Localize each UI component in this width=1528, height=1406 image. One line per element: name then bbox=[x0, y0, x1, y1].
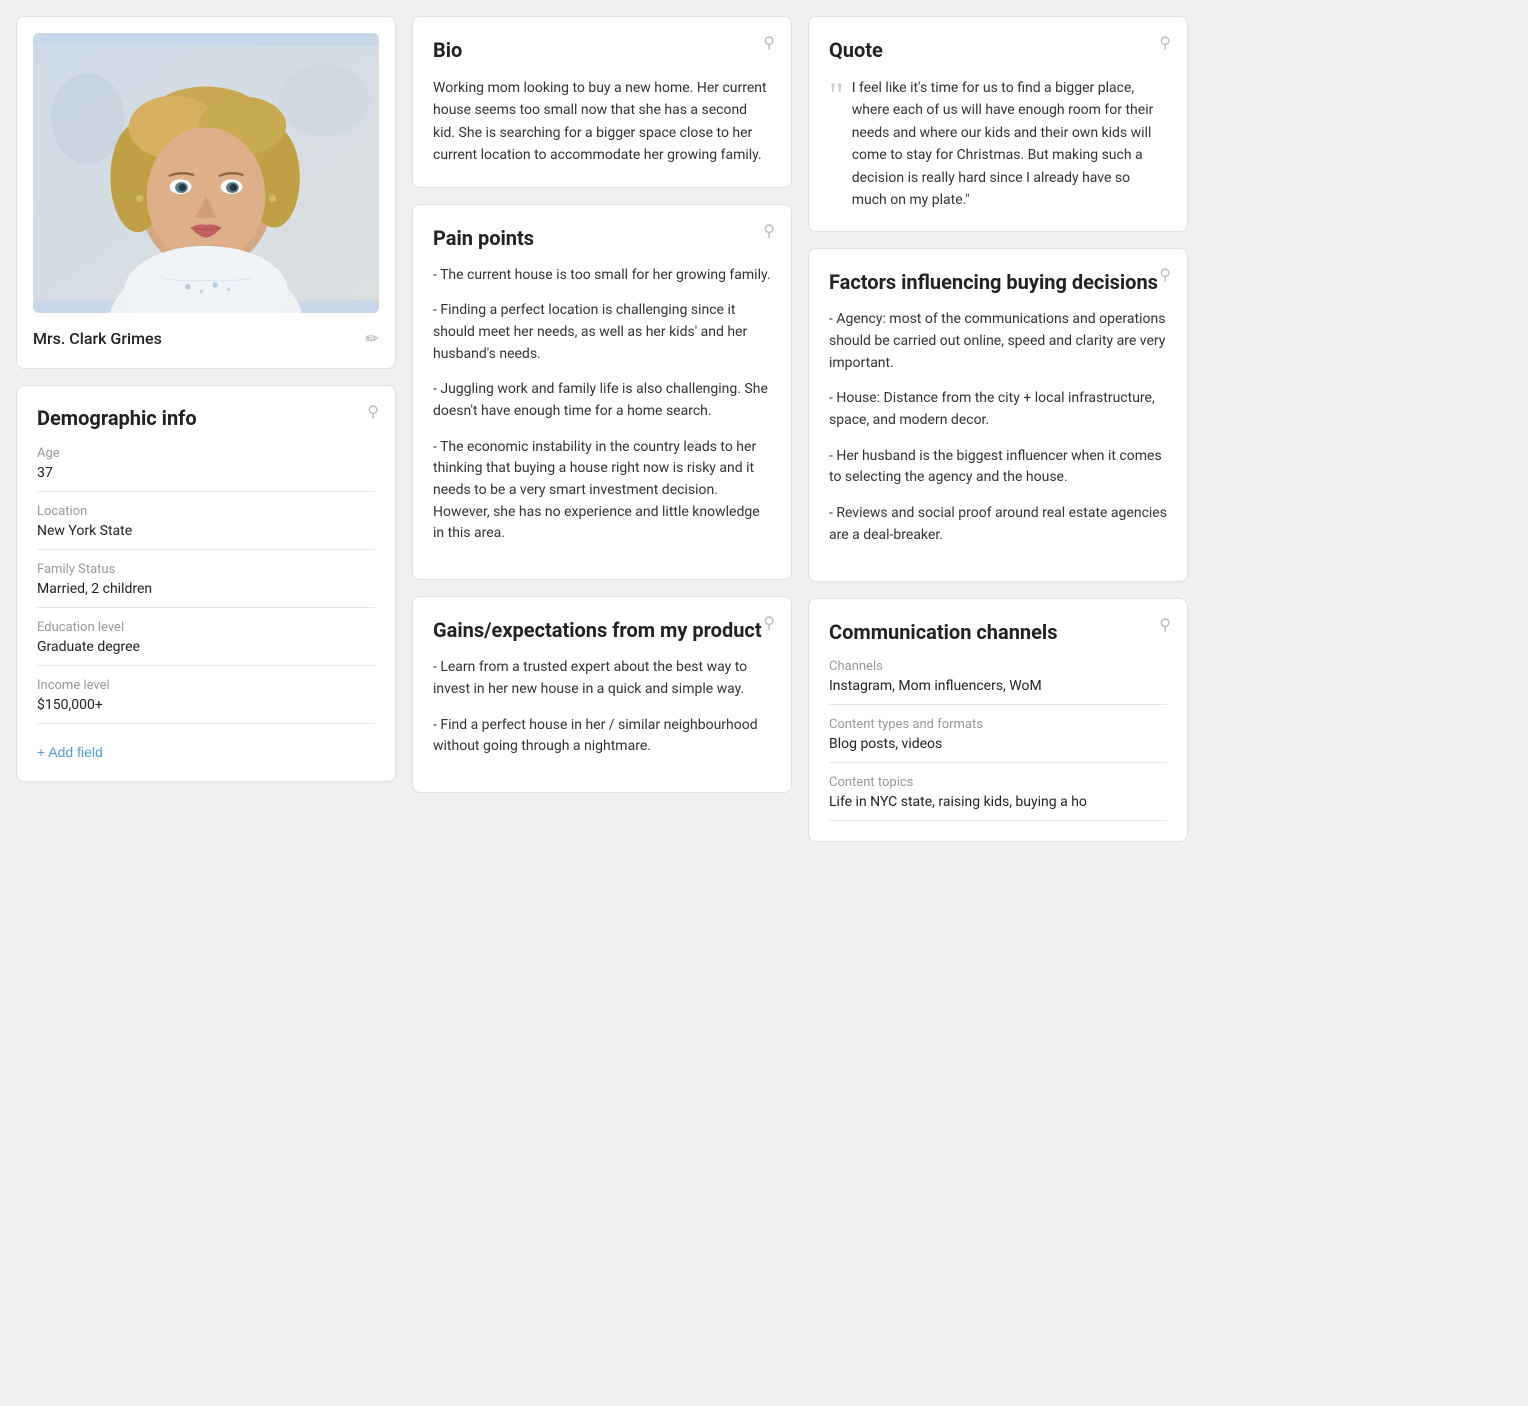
quote-card: ⚲ Quote " I feel like it's time for us t… bbox=[808, 16, 1188, 232]
gain-2: - Find a perfect house in her / similar … bbox=[433, 715, 771, 758]
profile-name: Mrs. Clark Grimes bbox=[33, 329, 162, 348]
gain-1: - Learn from a trusted expert about the … bbox=[433, 657, 771, 700]
gains-card: ⚲ Gains/expectations from my product - L… bbox=[412, 596, 792, 793]
content-types-label: Content types and formats bbox=[829, 717, 1167, 732]
demographic-pin-icon[interactable]: ⚲ bbox=[367, 402, 379, 421]
gains-body: - Learn from a trusted expert about the … bbox=[433, 657, 771, 758]
factors-pin-icon[interactable]: ⚲ bbox=[1159, 265, 1171, 284]
age-value: 37 bbox=[37, 465, 375, 492]
bio-pin-icon[interactable]: ⚲ bbox=[763, 33, 775, 52]
quote-mark-icon: " bbox=[829, 77, 844, 113]
income-field: Income level $150,000+ bbox=[37, 678, 375, 724]
quote-pin-icon[interactable]: ⚲ bbox=[1159, 33, 1171, 52]
profile-image-container bbox=[33, 33, 379, 313]
communication-pin-icon[interactable]: ⚲ bbox=[1159, 615, 1171, 634]
communication-card: ⚲ Communication channels Channels Instag… bbox=[808, 598, 1188, 842]
channels-label: Channels bbox=[829, 659, 1167, 674]
column-1: Mrs. Clark Grimes ✏ ⚲ Demographic info A… bbox=[16, 16, 396, 842]
edit-icon[interactable]: ✏ bbox=[366, 329, 379, 348]
column-2: ⚲ Bio Working mom looking to buy a new h… bbox=[412, 16, 792, 842]
communication-title: Communication channels bbox=[829, 619, 1167, 645]
pain-points-pin-icon[interactable]: ⚲ bbox=[763, 221, 775, 240]
bio-body: Working mom looking to buy a new home. H… bbox=[433, 77, 771, 167]
quote-title: Quote bbox=[829, 37, 1167, 63]
content-types-value: Blog posts, videos bbox=[829, 736, 1167, 763]
quote-body: I feel like it's time for us to find a b… bbox=[852, 77, 1167, 211]
pain-point-1: - The current house is too small for her… bbox=[433, 265, 771, 287]
communication-fields: Channels Instagram, Mom influencers, WoM… bbox=[829, 659, 1167, 821]
factor-3: - Her husband is the biggest influencer … bbox=[829, 446, 1167, 489]
gains-pin-icon[interactable]: ⚲ bbox=[763, 613, 775, 632]
family-status-label: Family Status bbox=[37, 562, 375, 577]
add-field-button[interactable]: + Add field bbox=[37, 744, 103, 760]
pain-point-2: - Finding a perfect location is challeng… bbox=[433, 300, 771, 365]
income-label: Income level bbox=[37, 678, 375, 693]
pain-points-card: ⚲ Pain points - The current house is too… bbox=[412, 204, 792, 581]
factor-4: - Reviews and social proof around real e… bbox=[829, 503, 1167, 546]
location-label: Location bbox=[37, 504, 375, 519]
income-value: $150,000+ bbox=[37, 697, 375, 724]
age-label: Age bbox=[37, 446, 375, 461]
content-topics-value: Life in NYC state, raising kids, buying … bbox=[829, 794, 1167, 821]
education-value: Graduate degree bbox=[37, 639, 375, 666]
bio-title: Bio bbox=[433, 37, 771, 63]
factors-body: - Agency: most of the communications and… bbox=[829, 309, 1167, 546]
pain-point-3: - Juggling work and family life is also … bbox=[433, 379, 771, 422]
demographic-card: ⚲ Demographic info Age 37 Location New Y… bbox=[16, 385, 396, 782]
family-status-value: Married, 2 children bbox=[37, 581, 375, 608]
age-field: Age 37 bbox=[37, 446, 375, 492]
content-topics-label: Content topics bbox=[829, 775, 1167, 790]
profile-card: Mrs. Clark Grimes ✏ bbox=[16, 16, 396, 369]
pain-points-body: - The current house is too small for her… bbox=[433, 265, 771, 546]
profile-name-row: Mrs. Clark Grimes ✏ bbox=[33, 325, 379, 352]
factors-card: ⚲ Factors influencing buying decisions -… bbox=[808, 248, 1188, 581]
profile-image-svg bbox=[33, 33, 379, 313]
family-status-field: Family Status Married, 2 children bbox=[37, 562, 375, 608]
demographic-title: Demographic info bbox=[37, 406, 375, 430]
pain-point-4: - The economic instability in the countr… bbox=[433, 437, 771, 545]
column-3: ⚲ Quote " I feel like it's time for us t… bbox=[808, 16, 1188, 842]
factor-1: - Agency: most of the communications and… bbox=[829, 309, 1167, 374]
pain-points-title: Pain points bbox=[433, 225, 771, 251]
factors-title: Factors influencing buying decisions bbox=[829, 269, 1167, 295]
education-label: Education level bbox=[37, 620, 375, 635]
location-field: Location New York State bbox=[37, 504, 375, 550]
factor-2: - House: Distance from the city + local … bbox=[829, 388, 1167, 431]
gains-title: Gains/expectations from my product bbox=[433, 617, 771, 643]
bio-card: ⚲ Bio Working mom looking to buy a new h… bbox=[412, 16, 792, 188]
location-value: New York State bbox=[37, 523, 375, 550]
education-field: Education level Graduate degree bbox=[37, 620, 375, 666]
channels-value: Instagram, Mom influencers, WoM bbox=[829, 678, 1167, 705]
